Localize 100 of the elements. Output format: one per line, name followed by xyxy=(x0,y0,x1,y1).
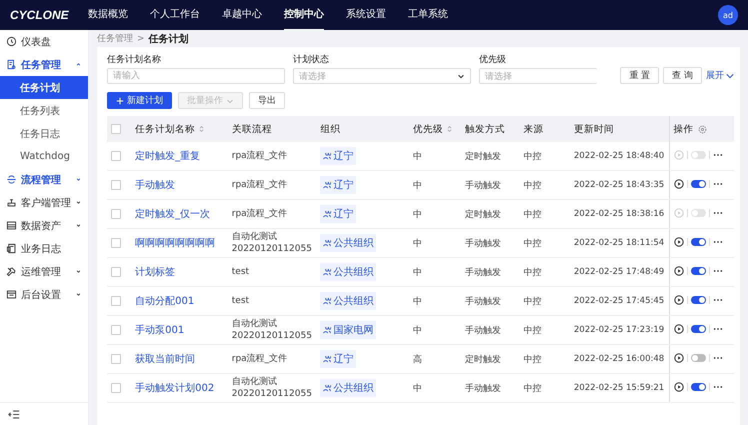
column-header: 操作 xyxy=(674,122,694,136)
table-cell: 手动触发 xyxy=(465,238,502,248)
table-cell: 中 xyxy=(412,210,422,220)
toggle-switch[interactable] xyxy=(690,296,706,304)
submenu-item[interactable]: Watchdog xyxy=(0,145,88,168)
table-cell: rpa流程_文件 xyxy=(232,179,288,191)
column-header: 更新时间 xyxy=(574,122,614,136)
more-icon[interactable] xyxy=(712,210,723,214)
plan-name-link[interactable]: 手动触发 xyxy=(135,180,176,191)
table-cell: 中 xyxy=(412,238,422,248)
more-icon[interactable] xyxy=(712,152,723,156)
table-cell: 2022-02-25 16:00:48 xyxy=(574,354,664,364)
query-button[interactable]: 查 询 xyxy=(663,67,702,84)
toggle-switch[interactable] xyxy=(690,382,706,390)
more-icon[interactable] xyxy=(712,182,723,186)
plan-name-link[interactable]: 手动触发计划002 xyxy=(135,383,214,394)
row-checkbox[interactable] xyxy=(111,238,121,248)
row-checkbox[interactable] xyxy=(111,324,121,335)
more-icon[interactable] xyxy=(712,268,723,272)
toggle-switch[interactable] xyxy=(690,266,706,274)
nav-tab[interactable]: 数据概览 xyxy=(88,0,128,31)
play-icon[interactable] xyxy=(674,236,684,246)
create-plan-button[interactable]: 新建计划 xyxy=(107,92,172,109)
row-checkbox[interactable] xyxy=(111,180,121,190)
sidebar-item[interactable]: 后台设置 xyxy=(0,283,88,306)
users-icon xyxy=(323,240,332,246)
text-field[interactable]: 请输入 xyxy=(107,68,285,84)
select-all-checkbox[interactable] xyxy=(111,124,121,134)
column-header: 组织 xyxy=(320,122,340,136)
table-cell: 2022-02-25 18:43:35 xyxy=(574,180,664,190)
users-icon xyxy=(323,384,332,392)
table-cell: 中控 xyxy=(524,180,542,190)
flow-icon xyxy=(6,174,17,185)
play-icon[interactable] xyxy=(674,324,684,334)
more-icon[interactable] xyxy=(712,326,723,330)
org-tag: 公共组织 xyxy=(320,263,376,281)
table-cell: 中 xyxy=(412,326,422,336)
sidebar-item[interactable]: 仪表盘 xyxy=(0,30,88,53)
plan-name-link[interactable]: 啊啊啊啊啊啊啊啊 xyxy=(135,238,216,249)
org-tag: 辽宁 xyxy=(320,176,356,194)
play-icon[interactable] xyxy=(674,294,684,304)
toggle-switch[interactable] xyxy=(690,180,706,188)
play-icon[interactable] xyxy=(674,178,684,188)
play-icon[interactable] xyxy=(674,266,684,276)
plan-name-link[interactable]: 自动分配001 xyxy=(135,296,194,307)
submenu-item[interactable]: 任务列表 xyxy=(0,99,88,122)
table-cell: 手动触发 xyxy=(465,180,502,190)
table-cell: 2022-02-25 18:11:54 xyxy=(574,238,664,248)
table-cell: rpa流程_文件 xyxy=(232,208,288,220)
sidebar-item[interactable]: 数据资产 xyxy=(0,214,88,237)
nav-tab[interactable]: 工单系统 xyxy=(408,0,448,31)
toggle-switch[interactable] xyxy=(690,238,706,246)
sidebar-item[interactable]: 任务管理 xyxy=(0,53,88,76)
play-icon[interactable] xyxy=(674,382,684,392)
more-icon[interactable] xyxy=(712,298,723,302)
users-icon xyxy=(323,356,332,362)
sidebar-item[interactable]: 客户端管理 xyxy=(0,191,88,214)
users-icon xyxy=(323,268,332,276)
row-checkbox[interactable] xyxy=(111,296,121,306)
submenu-item[interactable]: 任务日志 xyxy=(0,122,88,145)
table-cell: 2022-02-25 18:48:40 xyxy=(574,151,664,161)
table-cell: 自动化测试 20220120112055 xyxy=(232,231,312,255)
chevron-icon xyxy=(457,72,465,80)
sidebar-item[interactable]: 流程管理 xyxy=(0,168,88,191)
table-cell: test xyxy=(232,266,250,278)
submenu-item[interactable]: 任务计划 xyxy=(0,76,88,99)
nav-tab[interactable]: 个人工作台 xyxy=(150,0,200,31)
table-cell: 中 xyxy=(412,152,422,162)
toggle-switch[interactable] xyxy=(690,354,706,362)
more-icon[interactable] xyxy=(712,384,723,388)
sidebar-item[interactable]: 运维管理 xyxy=(0,260,88,283)
expand-link[interactable]: 展开 xyxy=(706,69,734,82)
breadcrumb-current: 任务计划 xyxy=(148,32,189,46)
collapse-icon[interactable] xyxy=(8,410,20,418)
play-icon[interactable] xyxy=(674,352,684,362)
reset-button[interactable]: 重 置 xyxy=(620,67,660,84)
row-checkbox[interactable] xyxy=(111,266,121,277)
export-button[interactable]: 导出 xyxy=(249,92,285,109)
column-header: 触发方式 xyxy=(465,122,506,136)
table-cell: 手动触发 xyxy=(465,384,502,394)
filter-label: 优先级 xyxy=(479,54,507,66)
column-header: 任务计划名称 xyxy=(135,122,196,136)
user-avatar[interactable]: ad xyxy=(718,5,738,25)
more-icon[interactable] xyxy=(712,240,723,244)
nav-tab[interactable]: 卓越中心 xyxy=(222,0,262,31)
table-cell: 手动触发 xyxy=(465,326,502,336)
sidebar-item[interactable]: 业务日志 xyxy=(0,237,88,260)
table-cell: 中控 xyxy=(524,268,542,278)
nav-tab[interactable]: 系统设置 xyxy=(346,0,386,31)
plan-name-link[interactable]: 计划标签 xyxy=(135,267,176,278)
panel-icon xyxy=(6,289,17,300)
settings-icon[interactable] xyxy=(698,124,707,134)
row-checkbox[interactable] xyxy=(111,382,121,393)
plan-name-link[interactable]: 手动泵001 xyxy=(135,325,184,336)
table-cell: 中控 xyxy=(524,238,542,248)
more-icon[interactable] xyxy=(712,356,723,360)
plan-name-link[interactable]: 获取当前时间 xyxy=(135,354,196,365)
users-icon xyxy=(323,152,332,160)
row-checkbox[interactable] xyxy=(111,354,121,364)
toggle-switch[interactable] xyxy=(690,324,706,332)
